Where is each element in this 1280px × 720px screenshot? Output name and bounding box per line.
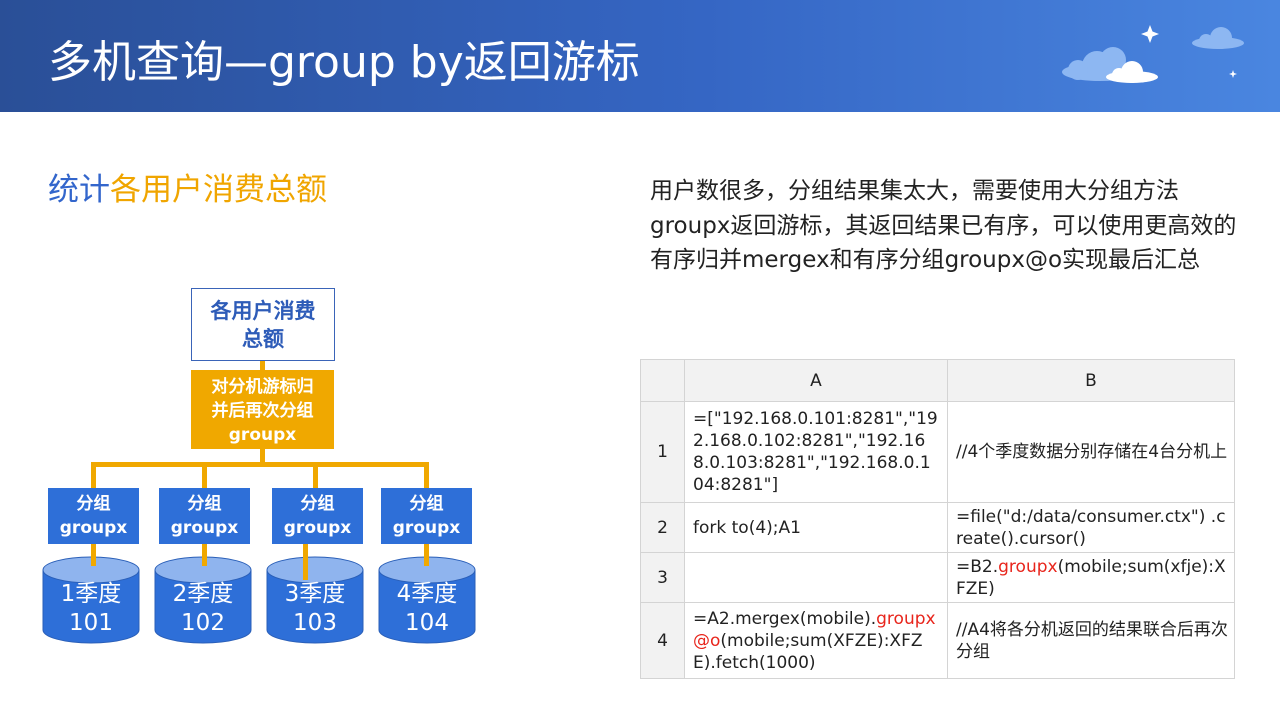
row-header-2[interactable]: 2: [640, 502, 685, 553]
cell-b4[interactable]: //A4将各分机返回的结果联合后再次分组: [947, 602, 1235, 679]
cell-b3[interactable]: =B2.groupx(mobile;sum(xfje):XFZE): [947, 552, 1235, 603]
cell-b2[interactable]: =file("d:/data/consumer.ctx") .create().…: [947, 502, 1235, 553]
group-node-4-line-1: 分组: [409, 494, 444, 514]
group-node-1: 分组 groupx: [48, 488, 139, 544]
cell-b1[interactable]: //4个季度数据分别存储在4台分机上: [947, 401, 1235, 503]
connector-branch-4: [424, 462, 429, 489]
table-row: 4 =A2.mergex(mobile).groupx@o(mobile;sum…: [640, 602, 1235, 679]
database-label-3: 3季度 103: [266, 580, 364, 638]
group-node-4: 分组 groupx: [381, 488, 472, 544]
database-label-1: 1季度 101: [42, 580, 140, 638]
merge-node-line-3: groupx: [228, 425, 297, 445]
database-label-4: 4季度 104: [378, 580, 476, 638]
database-3-id: 103: [293, 610, 337, 636]
table-row: 1 =["192.168.0.101:8281","192.168.0.102:…: [640, 401, 1235, 503]
connector-db-2: [202, 544, 207, 566]
description-text: 用户数很多，分组结果集太大，需要使用大分组方法groupx返回游标，其返回结果已…: [650, 178, 1237, 273]
database-1-name: 1季度: [60, 581, 122, 607]
cell-a3[interactable]: [684, 552, 948, 603]
group-node-2-line-2: groupx: [170, 518, 239, 538]
table-row: 3 =B2.groupx(mobile;sum(xfje):XFZE): [640, 552, 1235, 603]
connector-bar: [91, 462, 429, 467]
column-header-b[interactable]: B: [947, 359, 1235, 402]
cell-a4-text-1: =A2.mergex(mobile).: [693, 608, 877, 629]
section-subtitle: 统计各用户消费总额: [48, 164, 327, 209]
result-node: 各用户消费 总额: [191, 288, 335, 361]
group-node-4-line-2: groupx: [392, 518, 461, 538]
database-3-name: 3季度: [284, 581, 346, 607]
database-1-id: 101: [69, 610, 113, 636]
database-2-id: 102: [181, 610, 225, 636]
result-node-line-1: 各用户消费: [210, 299, 316, 323]
group-node-1-line-1: 分组: [76, 494, 111, 514]
merge-node: 对分机游标归 并后再次分组 groupx: [191, 370, 334, 449]
database-2-name: 2季度: [172, 581, 234, 607]
result-node-line-2: 总额: [242, 327, 284, 351]
group-node-3-line-1: 分组: [300, 494, 335, 514]
connector-branch-2: [202, 462, 207, 489]
merge-node-line-1: 对分机游标归: [211, 377, 314, 397]
subtitle-part-2: 各用户消费总额: [110, 172, 327, 208]
database-label-2: 2季度 102: [154, 580, 252, 638]
connector-db-4: [424, 544, 429, 566]
group-node-3-line-2: groupx: [283, 518, 352, 538]
header-banner: 多机查询—group by返回游标: [0, 0, 1280, 112]
column-header-a[interactable]: A: [684, 359, 948, 402]
cell-a2[interactable]: fork to(4);A1: [684, 502, 948, 553]
cell-a4[interactable]: =A2.mergex(mobile).groupx@o(mobile;sum(X…: [684, 602, 948, 679]
database-4-name: 4季度: [396, 581, 458, 607]
merge-node-line-2: 并后再次分组: [211, 401, 314, 421]
row-header-3[interactable]: 3: [640, 552, 685, 603]
group-node-2: 分组 groupx: [159, 488, 250, 544]
grid-corner: [640, 359, 685, 402]
connector-branch-3: [313, 462, 318, 489]
connector-db-3: [303, 544, 308, 580]
table-row: 2 fork to(4);A1 =file("d:/data/consumer.…: [640, 502, 1235, 553]
database-4-id: 104: [405, 610, 449, 636]
grid-header-row: A B: [640, 359, 1235, 402]
row-header-1[interactable]: 1: [640, 401, 685, 503]
cell-a1[interactable]: =["192.168.0.101:8281","192.168.0.102:82…: [684, 401, 948, 503]
group-node-3: 分组 groupx: [272, 488, 363, 544]
subtitle-part-1: 统计: [48, 172, 110, 208]
connector-db-1: [91, 544, 96, 566]
group-node-1-line-2: groupx: [59, 518, 128, 538]
code-grid: A B 1 =["192.168.0.101:8281","192.168.0.…: [640, 359, 1235, 679]
cell-a4-text-2: (mobile;sum(XFZE):XFZE).fetch(1000): [693, 630, 923, 673]
row-header-4[interactable]: 4: [640, 602, 685, 679]
group-node-2-line-1: 分组: [187, 494, 222, 514]
connector-branch-1: [91, 462, 96, 489]
cloud-decoration-icon: [1062, 25, 1244, 83]
cell-b3-keyword: groupx: [998, 556, 1058, 577]
cell-b3-text-1: =B2.: [956, 556, 999, 577]
